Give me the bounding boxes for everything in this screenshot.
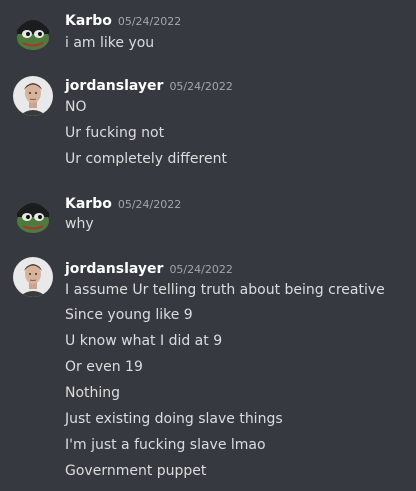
man-avatar-icon[interactable] [13, 76, 53, 116]
timestamp: 05/24/2022 [117, 198, 182, 211]
message-text: U know what I did at 9 [65, 333, 223, 349]
message-text: Ur fucking not [65, 125, 165, 141]
message-text: I assume Ur telling truth about being cr… [65, 282, 385, 298]
message-text: i am like you [65, 35, 155, 51]
message-text: Nothing [65, 385, 121, 401]
message-text: Just existing doing slave things [65, 411, 283, 427]
username[interactable]: jordanslayer [65, 78, 163, 94]
message-header: jordanslayer 05/24/2022 [65, 258, 233, 278]
message-header: Karbo 05/24/2022 [65, 193, 181, 213]
message-text: Since young like 9 [65, 307, 193, 323]
message-header: jordanslayer 05/24/2022 [65, 75, 233, 95]
frog-avatar-icon[interactable] [13, 195, 53, 235]
message-text: I'm just a fucking slave lmao [65, 437, 266, 453]
message-text: NO [65, 99, 87, 115]
message-text: Government puppet [65, 463, 207, 479]
timestamp: 05/24/2022 [117, 15, 182, 28]
username[interactable]: jordanslayer [65, 261, 163, 277]
timestamp: 05/24/2022 [169, 263, 233, 276]
man-avatar-icon[interactable] [13, 257, 53, 297]
timestamp: 05/24/2022 [169, 80, 233, 93]
frog-avatar-icon[interactable] [13, 12, 53, 52]
message-text: Ur completely different [65, 151, 227, 167]
message-header: Karbo 05/24/2022 [65, 10, 181, 30]
username[interactable]: Karbo [65, 13, 112, 29]
message-text: why [65, 216, 94, 232]
message-text: Or even 19 [65, 359, 143, 375]
username[interactable]: Karbo [65, 196, 112, 212]
